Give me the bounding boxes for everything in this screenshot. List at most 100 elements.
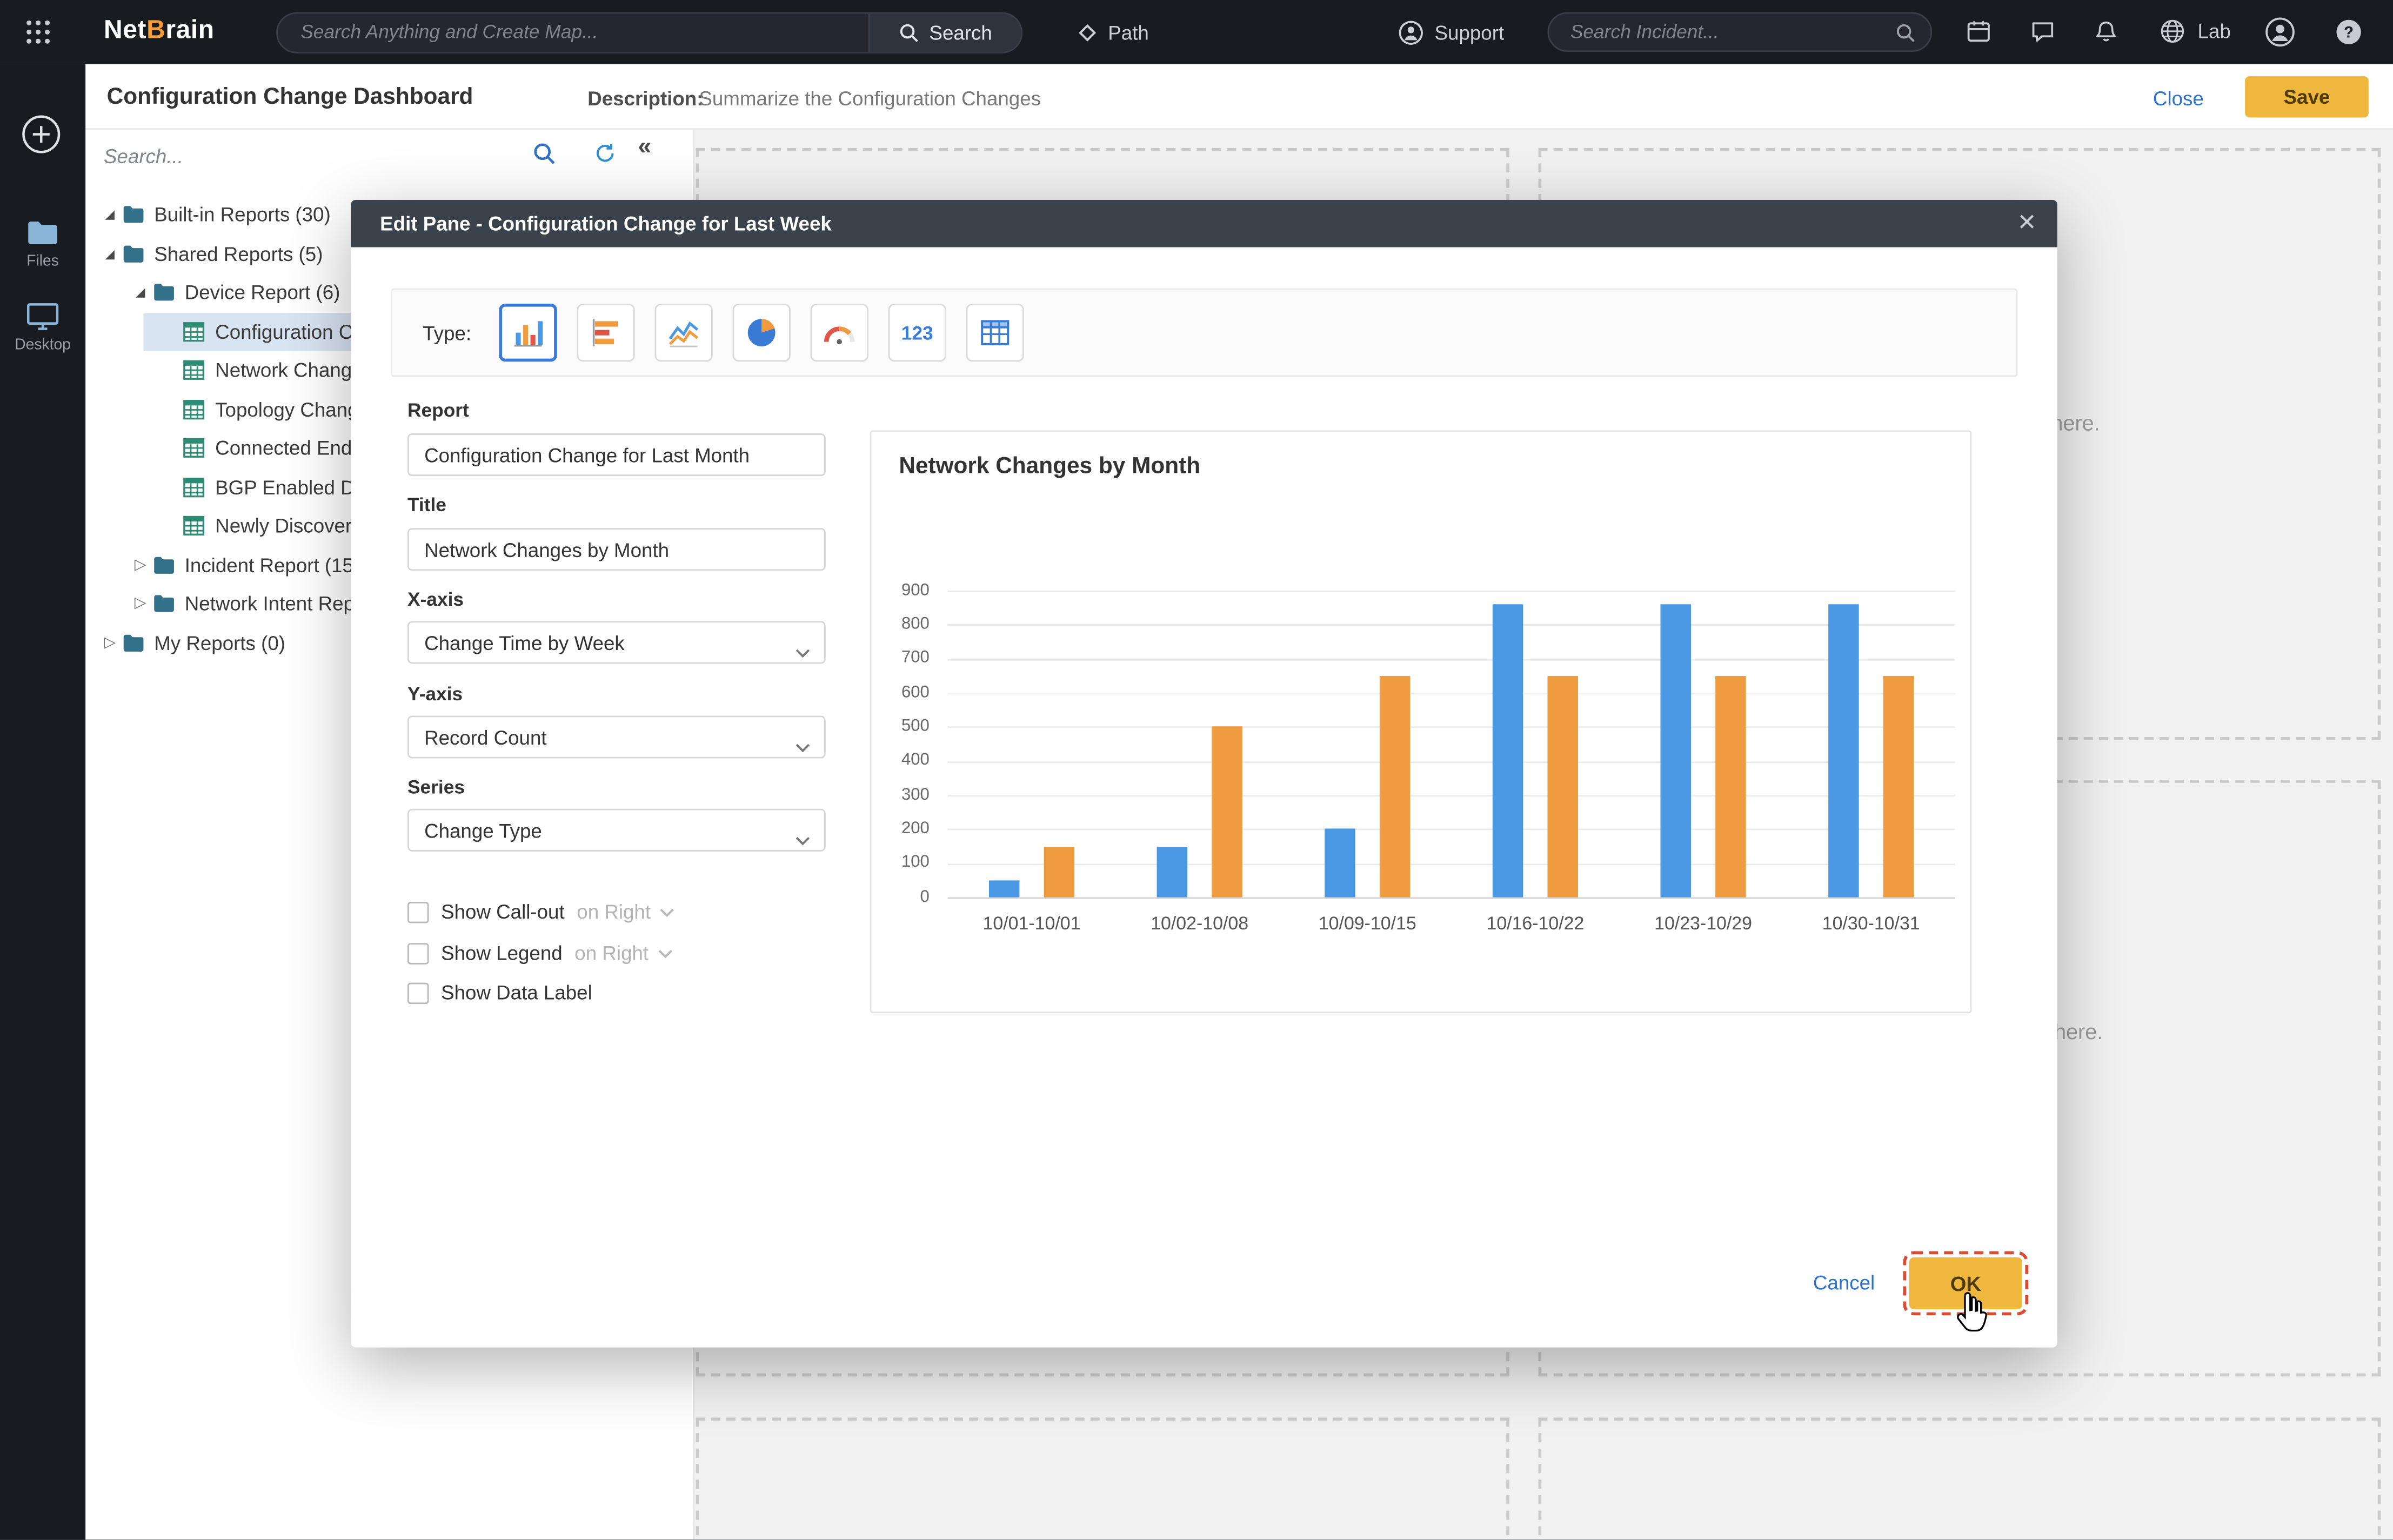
y-axis-tick-label: 700 xyxy=(871,649,929,667)
show-legend-option: Show Legend on Right xyxy=(407,941,673,964)
gridline xyxy=(948,829,1955,831)
gridline xyxy=(948,863,1955,865)
tree-item-label: Network Change xyxy=(215,359,363,381)
report-icon xyxy=(183,399,208,420)
chart-preview: Network Changes by Month 010020030040050… xyxy=(870,430,1972,1013)
files-icon[interactable] xyxy=(26,220,59,253)
gridline xyxy=(948,795,1955,796)
chart-type-buttons: 123 xyxy=(499,304,1024,361)
tree-item-label: Built-in Reports (30) xyxy=(154,203,330,226)
type-pie-chart-button[interactable] xyxy=(732,304,790,361)
show-callout-option: Show Call-out on Right xyxy=(407,900,675,923)
chart-bar-series-orange xyxy=(1715,676,1746,898)
type-line-chart-button[interactable] xyxy=(654,304,712,361)
tree-search-row: « xyxy=(85,130,694,182)
collapsed-triangle-icon[interactable]: ▷ xyxy=(128,557,152,573)
tree-item-label: My Reports (0) xyxy=(154,631,285,654)
close-icon[interactable]: × xyxy=(2018,203,2036,244)
path-menu[interactable]: Path xyxy=(1078,0,1149,64)
netbrain-logo[interactable]: NetBrain xyxy=(104,15,215,45)
globe-icon[interactable] xyxy=(2160,18,2187,46)
xaxis-select[interactable]: Change Time by Week xyxy=(407,621,826,664)
show-callout-position[interactable]: on Right xyxy=(577,900,651,923)
series-select[interactable]: Change Type xyxy=(407,809,826,852)
folder-icon xyxy=(122,632,146,654)
chevron-down-icon[interactable] xyxy=(658,948,673,958)
chevron-down-icon[interactable] xyxy=(660,907,675,916)
show-data-label-checkbox[interactable] xyxy=(407,982,429,1003)
collapsed-triangle-icon[interactable]: ▷ xyxy=(128,595,152,612)
lab-label[interactable]: Lab xyxy=(2198,20,2231,43)
show-legend-checkbox[interactable] xyxy=(407,942,429,964)
chart-bar-series-blue xyxy=(1493,604,1523,897)
refresh-icon[interactable] xyxy=(594,142,617,165)
global-search-button[interactable]: Search xyxy=(868,13,1021,51)
calendar-icon[interactable] xyxy=(1966,18,1993,46)
incident-search-input[interactable] xyxy=(1549,22,1895,43)
x-axis-tick-label: 10/30-10/31 xyxy=(1787,913,1955,934)
chevron-down-icon xyxy=(795,734,810,756)
title-input[interactable] xyxy=(407,528,826,571)
x-axis-tick-label: 10/16-10/22 xyxy=(1452,913,1620,934)
files-label: Files xyxy=(0,253,85,270)
show-callout-checkbox[interactable] xyxy=(407,901,429,923)
collapse-panel-icon[interactable]: « xyxy=(638,135,651,162)
collapsed-triangle-icon[interactable]: ▷ xyxy=(98,634,122,651)
chart-type-box: Type: 123 xyxy=(391,289,2017,377)
search-icon xyxy=(1895,22,1915,42)
drop-hint-text: here. xyxy=(2054,1019,2103,1043)
placeholder-pane[interactable] xyxy=(1539,1417,2381,1540)
yaxis-select[interactable]: Record Count xyxy=(407,715,826,758)
type-column-chart-button[interactable] xyxy=(499,304,557,361)
chat-icon[interactable] xyxy=(2030,18,2057,46)
user-avatar[interactable] xyxy=(2265,17,2295,47)
show-legend-position[interactable]: on Right xyxy=(574,941,649,964)
chart-bar-series-blue xyxy=(1828,604,1859,897)
path-icon xyxy=(1078,22,1098,42)
tree-item-label: Incident Report (15 xyxy=(185,553,353,576)
topbar: NetBrain Search Path Support xyxy=(0,0,2393,64)
type-number-button[interactable]: 123 xyxy=(888,304,946,361)
y-axis-tick-label: 200 xyxy=(871,819,929,838)
tree-search-input[interactable] xyxy=(104,137,513,174)
tree-item-label: Connected End xyxy=(215,437,352,459)
xaxis-field-label: X-axis xyxy=(407,589,464,611)
type-table-button[interactable] xyxy=(966,304,1024,361)
y-axis-tick-label: 500 xyxy=(871,717,929,735)
show-legend-label: Show Legend xyxy=(441,941,563,964)
yaxis-selected-value: Record Count xyxy=(424,726,547,748)
desktop-icon[interactable] xyxy=(26,302,59,339)
tree-item-label: Configuration Cl xyxy=(215,320,357,343)
type-bar-chart-button[interactable] xyxy=(577,304,634,361)
gridline xyxy=(948,625,1955,626)
help-icon[interactable]: ? xyxy=(2335,18,2363,46)
support-label: Support xyxy=(1435,21,1505,43)
type-label: Type: xyxy=(423,321,471,344)
gridline xyxy=(948,761,1955,762)
folder-icon xyxy=(152,554,177,576)
expanded-triangle-icon[interactable]: ◢ xyxy=(98,208,122,222)
x-axis-tick-label: 10/02-10/08 xyxy=(1115,913,1284,934)
chevron-down-icon xyxy=(795,639,810,662)
app-grid-icon[interactable] xyxy=(24,18,52,46)
placeholder-pane[interactable] xyxy=(696,1417,1509,1540)
chart-bar-series-orange xyxy=(1044,846,1074,898)
bell-icon[interactable] xyxy=(2094,18,2122,46)
expanded-triangle-icon[interactable]: ◢ xyxy=(98,247,122,260)
gridline xyxy=(948,898,1955,899)
report-input[interactable] xyxy=(407,433,826,476)
x-axis-tick-label: 10/23-10/29 xyxy=(1619,913,1787,934)
search-icon[interactable] xyxy=(533,142,556,165)
support-menu[interactable]: Support xyxy=(1398,0,1504,64)
global-search[interactable]: Search xyxy=(276,11,1022,52)
type-gauge-chart-button[interactable] xyxy=(810,304,868,361)
expanded-triangle-icon[interactable]: ◢ xyxy=(128,286,152,299)
add-pane-button[interactable] xyxy=(22,115,61,154)
global-search-input[interactable] xyxy=(278,13,868,51)
report-icon xyxy=(183,477,208,498)
incident-search[interactable] xyxy=(1548,12,1933,52)
close-button[interactable]: Close xyxy=(2153,87,2204,110)
y-axis-tick-label: 800 xyxy=(871,615,929,633)
cancel-button[interactable]: Cancel xyxy=(1813,1271,1875,1294)
save-button[interactable]: Save xyxy=(2245,76,2369,117)
